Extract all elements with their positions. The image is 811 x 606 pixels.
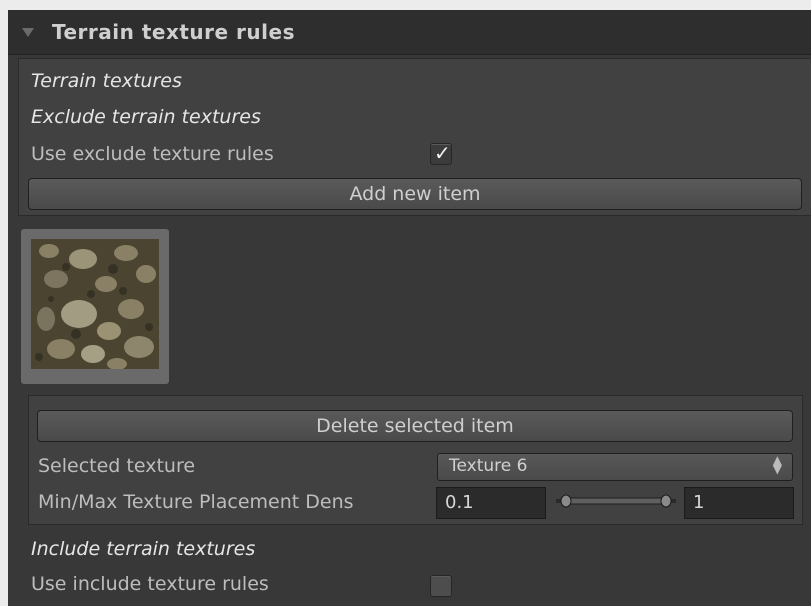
use-include-checkbox[interactable] <box>430 575 452 597</box>
min-density-field[interactable]: 0.1 <box>436 487 546 519</box>
minmax-density-label: Min/Max Texture Placement Dens <box>38 491 354 513</box>
inspector-root: Terrain texture rules Terrain textures E… <box>0 0 811 606</box>
selected-texture-value: Texture 6 <box>449 456 528 476</box>
checkmark-icon: ✓ <box>434 141 451 165</box>
minmax-range-slider[interactable] <box>556 494 676 508</box>
use-include-label: Use include texture rules <box>31 573 269 595</box>
exclude-terrain-textures-label: Exclude terrain textures <box>31 106 261 128</box>
min-density-value: 0.1 <box>445 492 474 513</box>
terrain-textures-label: Terrain textures <box>31 70 182 92</box>
use-exclude-label: Use exclude texture rules <box>31 143 274 165</box>
delete-selected-item-button[interactable]: Delete selected item <box>37 410 793 442</box>
include-terrain-textures-label: Include terrain textures <box>31 538 256 560</box>
use-exclude-checkbox[interactable]: ✓ <box>430 141 452 165</box>
top-strip <box>0 0 811 10</box>
up-down-arrows-icon: ▲ ▼ <box>772 453 782 476</box>
add-new-item-button[interactable]: Add new item <box>28 178 802 210</box>
max-density-field[interactable]: 1 <box>684 487 794 519</box>
section-header[interactable]: Terrain texture rules <box>8 10 811 55</box>
selected-texture-dropdown[interactable]: Texture 6 ▲ ▼ <box>437 453 793 481</box>
max-slider-handle[interactable] <box>660 494 672 508</box>
collapse-triangle-icon[interactable] <box>22 28 34 37</box>
min-slider-handle[interactable] <box>560 494 572 508</box>
section-title: Terrain texture rules <box>52 20 295 44</box>
texture-preview-image <box>31 239 159 369</box>
max-density-value: 1 <box>693 492 705 513</box>
selected-texture-label: Selected texture <box>38 455 196 477</box>
texture-thumbnail[interactable] <box>21 229 169 384</box>
